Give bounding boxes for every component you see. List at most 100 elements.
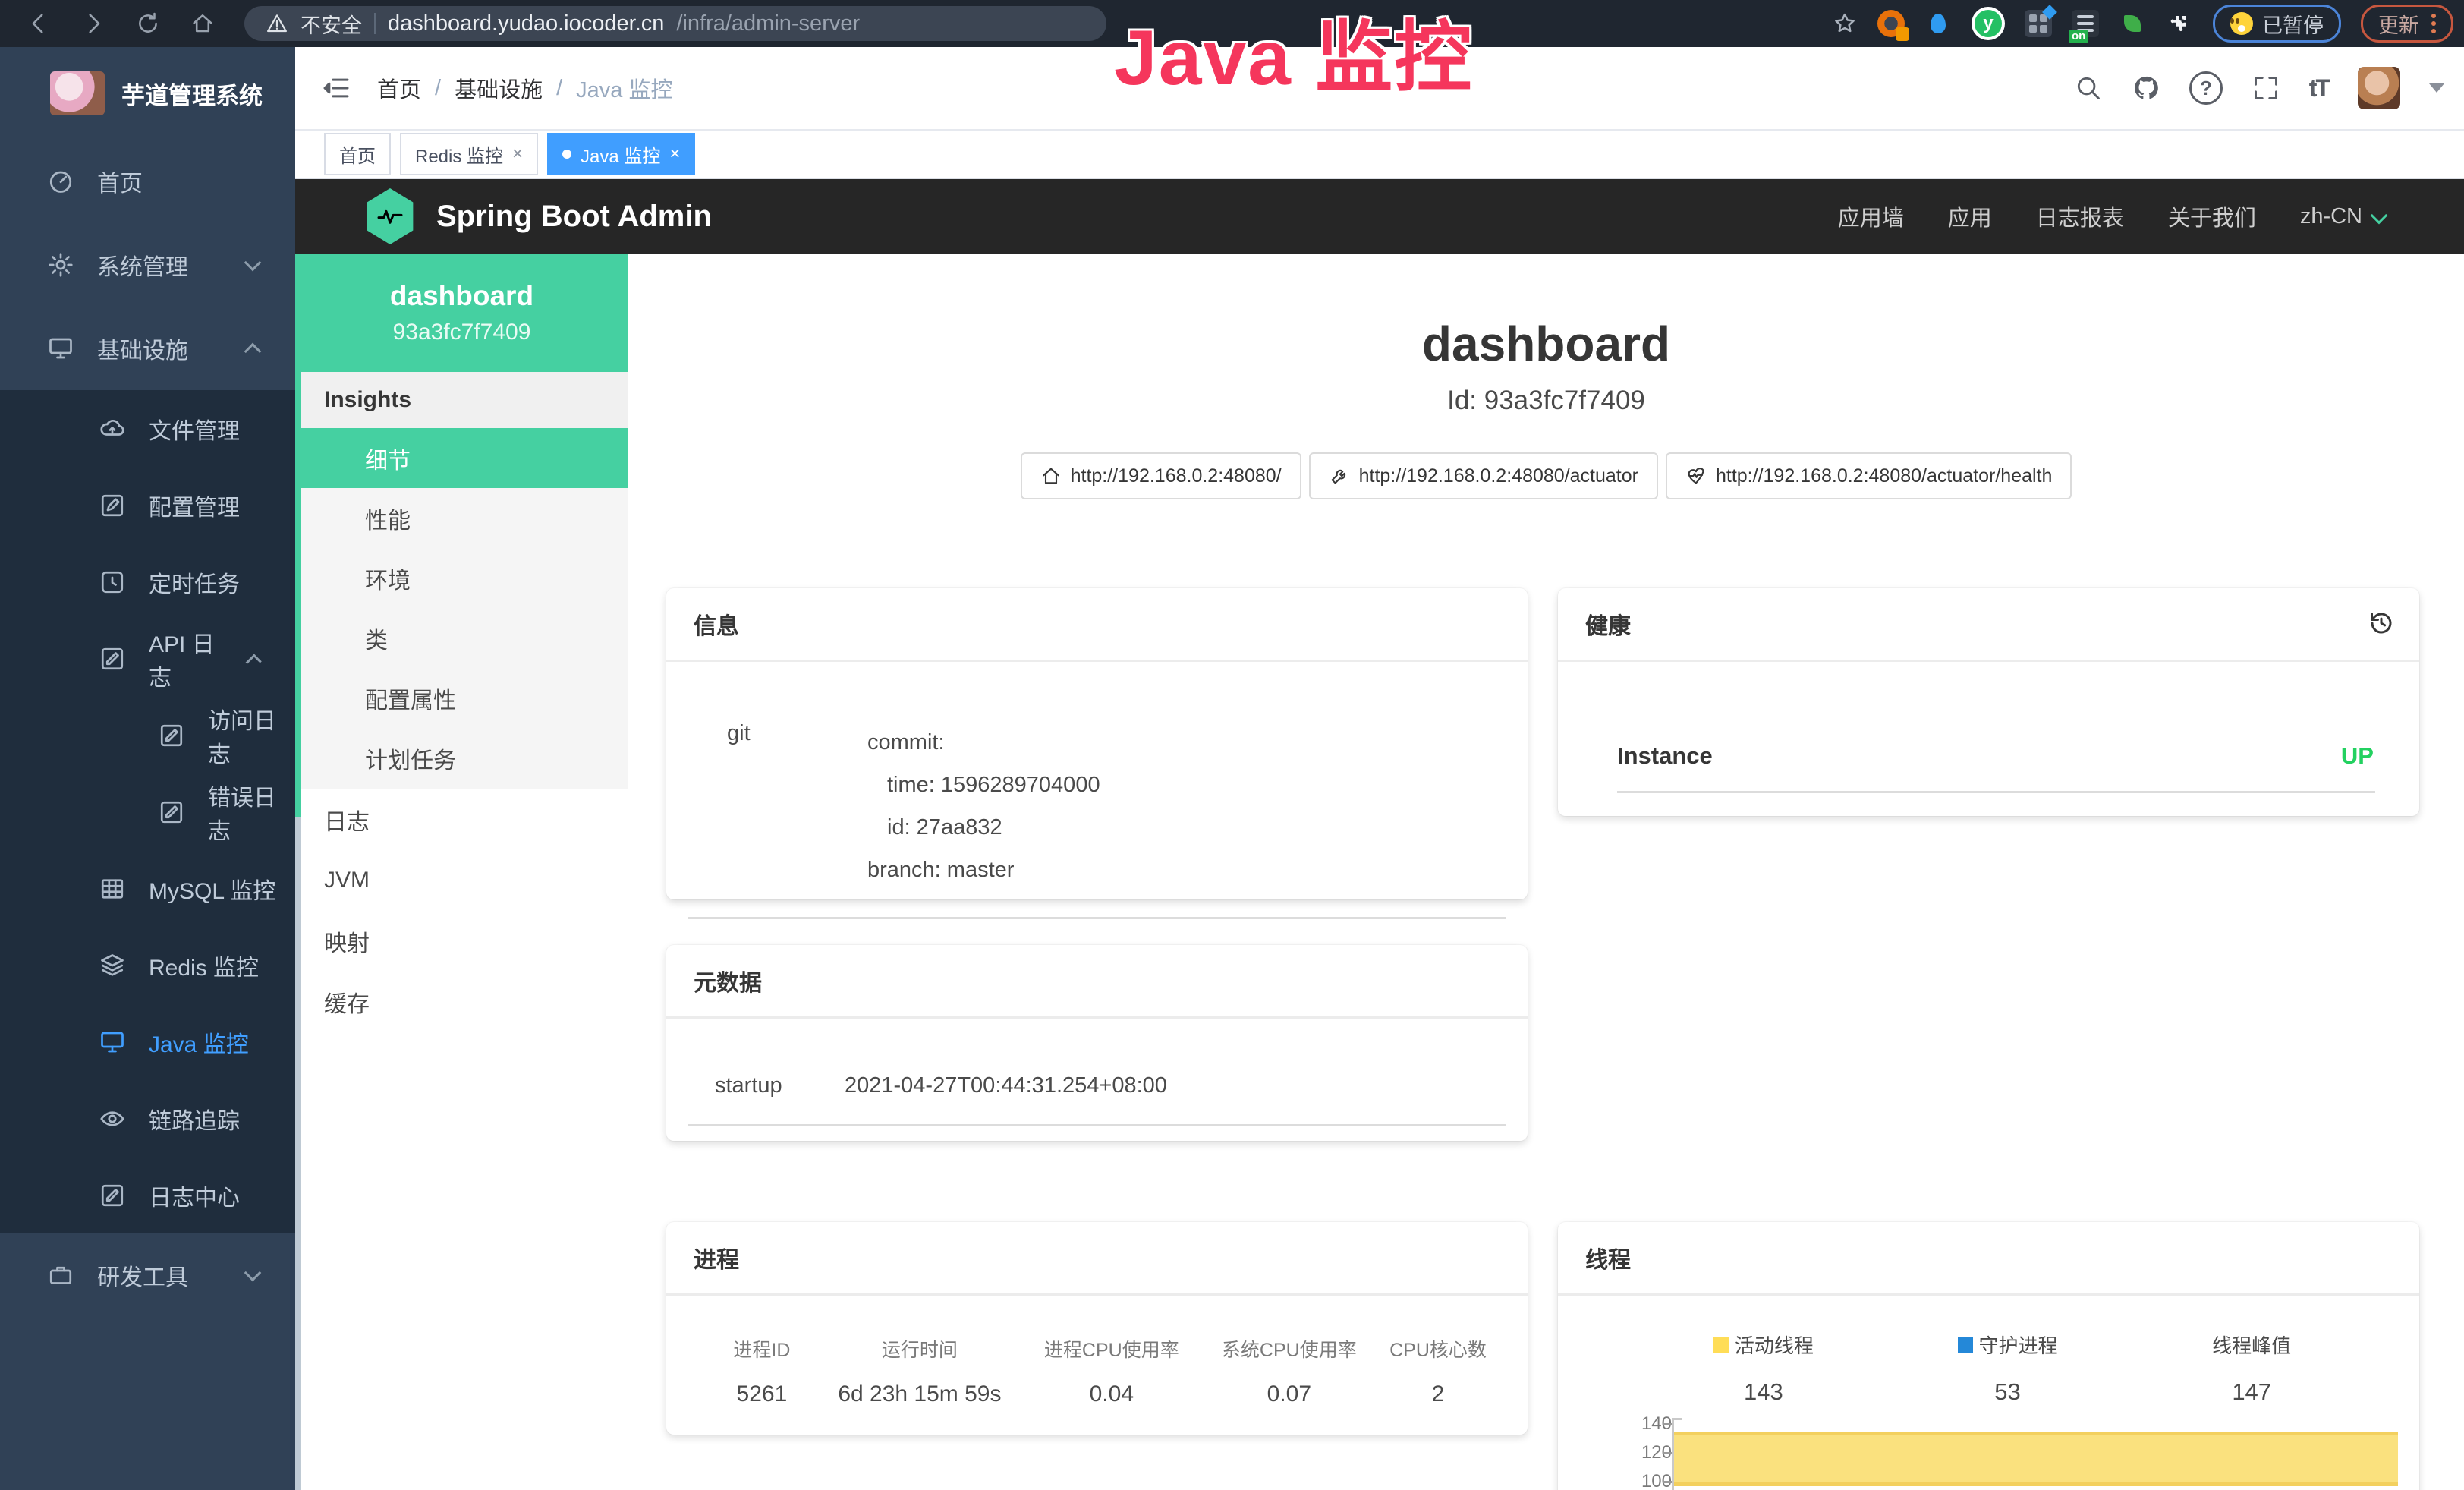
sba-language-select[interactable]: zh-CN — [2300, 204, 2385, 229]
sba-brand[interactable]: Spring Boot Admin — [436, 200, 712, 234]
close-icon[interactable]: × — [512, 145, 523, 163]
github-icon[interactable] — [2132, 74, 2160, 102]
sba-nav-about[interactable]: 关于我们 — [2168, 200, 2256, 232]
health-url-button[interactable]: http://192.168.0.2:48080/actuator/health — [1666, 452, 2072, 499]
bookmark-star-icon[interactable] — [1832, 11, 1858, 36]
tab-redis[interactable]: Redis 监控 × — [400, 133, 538, 175]
tab-java[interactable]: Java 监控 × — [547, 133, 695, 175]
insights-section-label: Insights — [295, 372, 628, 428]
update-button[interactable]: 更新 — [2361, 5, 2453, 43]
security-label[interactable]: 不安全 — [301, 9, 362, 39]
sba-menu-metrics[interactable]: 性能 — [295, 488, 628, 548]
layers-icon — [99, 952, 126, 979]
reload-icon[interactable] — [135, 11, 161, 36]
hamburger-icon[interactable] — [321, 73, 351, 103]
sidebar-item-devtools[interactable]: 研发工具 — [0, 1233, 295, 1317]
sidebar-item-access-log[interactable]: 访问日志 — [0, 697, 295, 773]
extension-switch-icon[interactable]: on — [2072, 10, 2099, 37]
menu-dots-icon[interactable] — [2431, 14, 2436, 33]
process-col-header: 进程ID — [708, 1335, 816, 1366]
actuator-url-button[interactable]: http://192.168.0.2:48080/actuator — [1309, 452, 1658, 499]
sba-menu-scheduledtasks[interactable]: 计划任务 — [295, 728, 628, 788]
timer-icon — [99, 569, 126, 596]
extension-colorzilla-icon[interactable] — [1877, 10, 1905, 37]
sba-sidebar-scrollbar[interactable] — [295, 254, 301, 1490]
extension-grid-icon[interactable] — [2025, 10, 2052, 37]
address-bar[interactable]: 不安全 dashboard.yudao.iocoder.cn/infra/adm… — [244, 6, 1106, 41]
tab-home[interactable]: 首页 — [324, 133, 391, 175]
paused-badge[interactable]: 已暂停 — [2213, 5, 2341, 43]
threads-card: 线程 活动线程 143 守护进程 53 线程峰值 147 140 — [1558, 1222, 2419, 1490]
insights-group: Insights 细节 性能 环境 类 配置属性 计划任务 — [295, 372, 628, 789]
breadcrumb-current: Java 监控 — [576, 72, 672, 104]
sidebar-item-config[interactable]: 配置管理 — [0, 467, 295, 543]
instance-name: dashboard — [628, 316, 2464, 372]
sba-nav-journal[interactable]: 日志报表 — [2036, 200, 2124, 232]
active-threads-area — [1674, 1432, 2398, 1486]
sidebar-item-java[interactable]: Java 监控 — [0, 1003, 295, 1080]
app-logo-row[interactable]: 芋道管理系统 — [0, 47, 295, 140]
tags-view: 首页 Redis 监控 × Java 监控 × — [295, 129, 2464, 179]
home-icon — [1040, 465, 1062, 487]
service-url-button[interactable]: http://192.168.0.2:48080/ — [1021, 452, 1301, 499]
sba-nav-wallboard[interactable]: 应用墙 — [1838, 200, 1904, 232]
divider — [688, 917, 1506, 919]
breadcrumb-infra[interactable]: 基础设施 — [455, 72, 543, 104]
extension-pin-icon[interactable] — [1924, 10, 1952, 37]
sidebar-item-system[interactable]: 系统管理 — [0, 223, 295, 307]
breadcrumb-home[interactable]: 首页 — [377, 72, 421, 104]
url-path: /infra/admin-server — [676, 11, 860, 36]
sba-nav-applications[interactable]: 应用 — [1948, 200, 1992, 232]
sidebar-item-home[interactable]: 首页 — [0, 140, 295, 223]
fullscreen-icon[interactable] — [2252, 74, 2280, 102]
help-icon[interactable]: ? — [2189, 71, 2223, 105]
sba-menu-mappings[interactable]: 映射 — [295, 911, 628, 972]
sidebar-item-mysql[interactable]: MySQL 监控 — [0, 850, 295, 927]
active-dot — [562, 150, 571, 159]
scrollbar-thumb[interactable] — [295, 254, 301, 817]
app-title: 芋道管理系统 — [121, 77, 263, 111]
sba-menu-logfile[interactable]: 日志 — [295, 789, 628, 850]
font-size-icon[interactable]: tT — [2309, 74, 2329, 102]
extension-leaf-icon[interactable] — [2119, 10, 2146, 37]
sba-menu-caches[interactable]: 缓存 — [295, 972, 628, 1032]
main-content: dashboard Id: 93a3fc7f7409 http://192.16… — [628, 254, 2464, 1490]
back-icon[interactable] — [26, 11, 52, 36]
metadata-card-title: 元数据 — [666, 945, 1528, 1019]
close-icon[interactable]: × — [669, 145, 680, 163]
forward-icon[interactable] — [80, 11, 106, 36]
sba-menu-configprops[interactable]: 配置属性 — [295, 668, 628, 728]
sidebar-item-log-center[interactable]: 日志中心 — [0, 1157, 295, 1233]
home-icon[interactable] — [190, 11, 216, 36]
chevron-up-icon — [244, 343, 262, 361]
header-actions: ? tT — [2074, 47, 2444, 129]
sidebar-item-job[interactable]: 定时任务 — [0, 543, 295, 620]
sba-menu-details[interactable]: 细节 — [295, 428, 628, 488]
cloud-upload-icon — [99, 415, 126, 443]
url-host: dashboard.yudao.iocoder.cn — [388, 11, 664, 36]
process-col-value: 0.07 — [1200, 1366, 1379, 1423]
extension-y-icon[interactable]: y — [1972, 7, 2005, 40]
caret-down-icon[interactable] — [2429, 83, 2444, 93]
search-icon[interactable] — [2074, 74, 2103, 102]
sidebar-item-api-log[interactable]: API 日志 — [0, 620, 295, 697]
sba-menu-classes[interactable]: 类 — [295, 608, 628, 668]
sidebar-item-infra[interactable]: 基础设施 — [0, 307, 295, 390]
process-col-header: 运行时间 — [816, 1335, 1024, 1366]
sidebar-item-file[interactable]: 文件管理 — [0, 390, 295, 467]
log-edit-icon — [99, 1182, 126, 1209]
history-icon[interactable] — [2366, 608, 2396, 638]
sidebar-item-redis[interactable]: Redis 监控 — [0, 927, 295, 1003]
chevron-up-icon — [245, 654, 261, 669]
sidebar-item-error-log[interactable]: 错误日志 — [0, 773, 295, 850]
sba-menu-env[interactable]: 环境 — [295, 548, 628, 608]
sba-nav: 应用墙 应用 日志报表 关于我们 zh-CN — [1838, 200, 2385, 232]
avatar[interactable] — [2358, 67, 2400, 109]
sba-menu-jvm[interactable]: JVM — [295, 850, 628, 911]
sidebar-item-trace[interactable]: 链路追踪 — [0, 1080, 295, 1157]
sba-logo-icon[interactable] — [365, 188, 415, 244]
metadata-card: 元数据 startup 2021-04-27T00:44:31.254+08:0… — [666, 945, 1528, 1141]
sba-instance-header[interactable]: dashboard 93a3fc7f7409 — [295, 254, 628, 372]
screen: 不安全 dashboard.yudao.iocoder.cn/infra/adm… — [0, 0, 2464, 1490]
extensions-puzzle-icon[interactable] — [2166, 10, 2193, 37]
